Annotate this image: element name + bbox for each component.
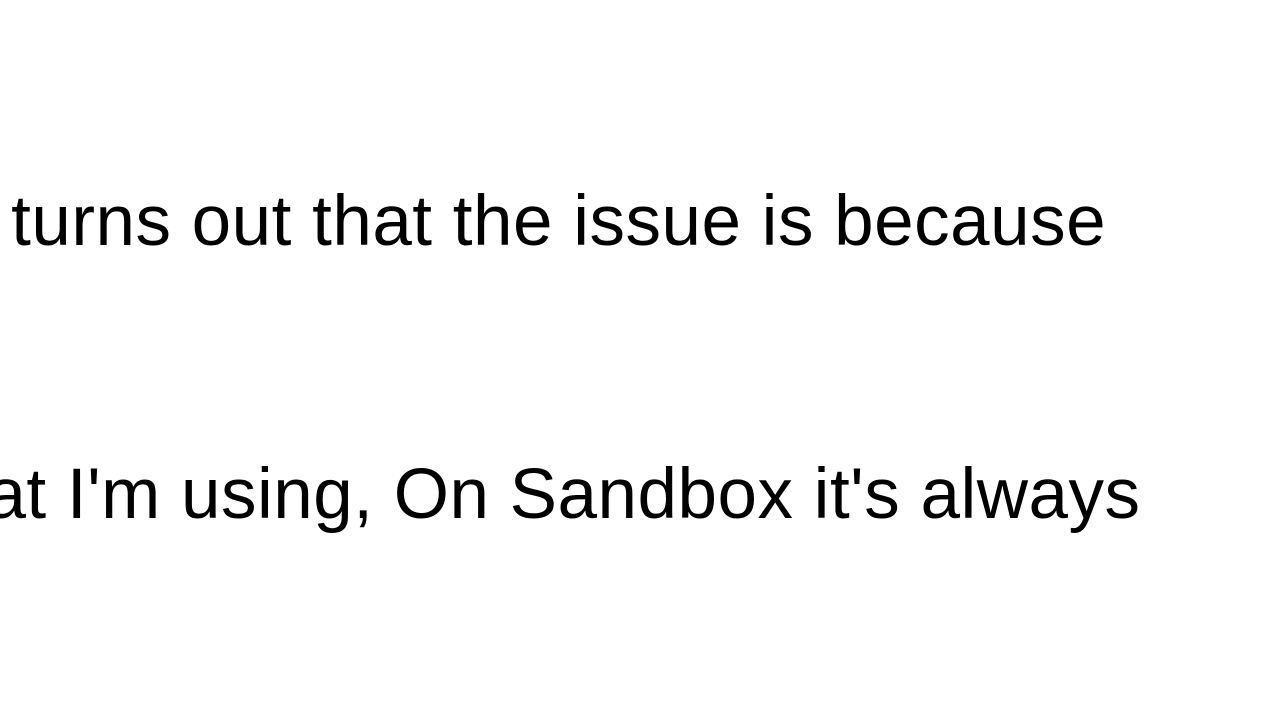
text-line: v that I'm using, On Sandbox it's always: [0, 449, 1280, 540]
text-line: 1: It turns out that the issue is becaus…: [0, 176, 1280, 267]
body-text: 1: It turns out that the issue is becaus…: [0, 0, 1280, 720]
document-viewport: 1: It turns out that the issue is becaus…: [0, 0, 1280, 720]
